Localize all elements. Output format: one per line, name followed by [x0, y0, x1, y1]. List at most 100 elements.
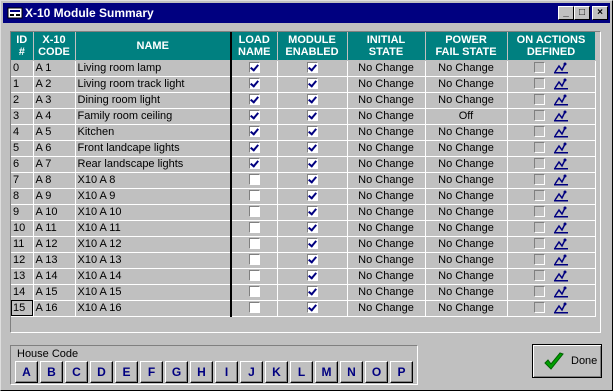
cell-on-actions[interactable]	[507, 188, 596, 205]
actions-icon[interactable]	[553, 206, 569, 218]
house-code-button-b[interactable]: B	[40, 361, 63, 383]
house-code-button-g[interactable]: G	[165, 361, 188, 383]
cell-module-enabled[interactable]	[277, 108, 348, 125]
module-enabled-checkbox[interactable]	[306, 94, 318, 106]
col-header-id[interactable]: ID #	[11, 32, 34, 61]
cell-code[interactable]: A 6	[33, 140, 76, 157]
cell-on-actions[interactable]	[507, 236, 596, 253]
cell-name[interactable]: X10 A 15	[75, 284, 232, 301]
house-code-button-d[interactable]: D	[90, 361, 113, 383]
cell-name[interactable]: Dining room light	[75, 92, 232, 109]
col-header-code[interactable]: X-10 CODE	[33, 32, 76, 61]
actions-icon[interactable]	[553, 94, 569, 106]
module-enabled-checkbox[interactable]	[306, 302, 318, 314]
cell-module-enabled[interactable]	[277, 60, 348, 77]
cell-id[interactable]: 6	[11, 156, 34, 173]
load-name-checkbox[interactable]	[248, 62, 260, 74]
cell-name[interactable]: Family room ceiling	[75, 108, 232, 125]
cell-initial-state[interactable]: No Change	[347, 300, 426, 317]
on-actions-checkbox[interactable]	[533, 174, 545, 186]
col-header-name[interactable]: NAME	[75, 32, 232, 61]
load-name-checkbox[interactable]	[248, 286, 260, 298]
cell-power-fail-state[interactable]: No Change	[425, 92, 508, 109]
cell-name[interactable]: Kitchen	[75, 124, 232, 141]
cell-name[interactable]: X10 A 16	[75, 300, 232, 317]
cell-module-enabled[interactable]	[277, 172, 348, 189]
cell-name[interactable]: Front landcape lights	[75, 140, 232, 157]
cell-code[interactable]: A 13	[33, 252, 76, 269]
on-actions-checkbox[interactable]	[533, 222, 545, 234]
table-row[interactable]: 5A 6 Front landcape lights No Change No Cha…	[11, 140, 596, 157]
table-row[interactable]: 1A 2 Living room track light No Change No C…	[11, 76, 596, 93]
on-actions-checkbox[interactable]	[533, 302, 545, 314]
table-row[interactable]: 2A 3 Dining room light No Change No Change	[11, 92, 596, 109]
cell-initial-state[interactable]: No Change	[347, 92, 426, 109]
cell-load-name[interactable]	[231, 92, 278, 109]
cell-initial-state[interactable]: No Change	[347, 76, 426, 93]
cell-name[interactable]: X10 A 10	[75, 204, 232, 221]
cell-id[interactable]: 2	[11, 92, 34, 109]
load-name-checkbox[interactable]	[248, 174, 260, 186]
cell-power-fail-state[interactable]: No Change	[425, 220, 508, 237]
house-code-button-j[interactable]: J	[240, 361, 263, 383]
cell-code[interactable]: A 2	[33, 76, 76, 93]
cell-power-fail-state[interactable]: No Change	[425, 268, 508, 285]
cell-name[interactable]: X10 A 8	[75, 172, 232, 189]
cell-initial-state[interactable]: No Change	[347, 220, 426, 237]
cell-on-actions[interactable]	[507, 204, 596, 221]
actions-icon[interactable]	[553, 110, 569, 122]
load-name-checkbox[interactable]	[248, 254, 260, 266]
cell-load-name[interactable]	[231, 268, 278, 285]
cell-id[interactable]: 14	[11, 284, 34, 301]
cell-power-fail-state[interactable]: Off	[425, 108, 508, 125]
cell-code[interactable]: A 14	[33, 268, 76, 285]
cell-code[interactable]: A 15	[33, 284, 76, 301]
cell-initial-state[interactable]: No Change	[347, 284, 426, 301]
cell-load-name[interactable]	[231, 220, 278, 237]
module-enabled-checkbox[interactable]	[306, 78, 318, 90]
module-enabled-checkbox[interactable]	[306, 142, 318, 154]
load-name-checkbox[interactable]	[248, 302, 260, 314]
cell-load-name[interactable]	[231, 284, 278, 301]
on-actions-checkbox[interactable]	[533, 158, 545, 170]
module-enabled-checkbox[interactable]	[306, 254, 318, 266]
cell-name[interactable]: Living room track light	[75, 76, 232, 93]
cell-id[interactable]: 7	[11, 172, 34, 189]
cell-power-fail-state[interactable]: No Change	[425, 204, 508, 221]
house-code-button-c[interactable]: C	[65, 361, 88, 383]
cell-on-actions[interactable]	[507, 60, 596, 77]
load-name-checkbox[interactable]	[248, 270, 260, 282]
cell-code[interactable]: A 9	[33, 188, 76, 205]
cell-id[interactable]: 3	[11, 108, 34, 125]
actions-icon[interactable]	[553, 222, 569, 234]
load-name-checkbox[interactable]	[248, 158, 260, 170]
table-row[interactable]: 9A 10 X10 A 10 No Change No Change	[11, 204, 596, 221]
cell-on-actions[interactable]	[507, 124, 596, 141]
actions-icon[interactable]	[553, 62, 569, 74]
col-header-initial-state[interactable]: INITIAL STATE	[347, 32, 426, 61]
module-enabled-checkbox[interactable]	[306, 158, 318, 170]
table-row[interactable]: 4A 5 Kitchen No Change No Change	[11, 124, 596, 141]
on-actions-checkbox[interactable]	[533, 62, 545, 74]
cell-name[interactable]: Rear landscape lights	[75, 156, 232, 173]
actions-icon[interactable]	[553, 286, 569, 298]
cell-power-fail-state[interactable]: No Change	[425, 252, 508, 269]
module-enabled-checkbox[interactable]	[306, 190, 318, 202]
module-enabled-checkbox[interactable]	[306, 126, 318, 138]
cell-load-name[interactable]	[231, 60, 278, 77]
house-code-button-e[interactable]: E	[115, 361, 138, 383]
table-row[interactable]: 7A 8 X10 A 8 No Change No Change	[11, 172, 596, 189]
load-name-checkbox[interactable]	[248, 94, 260, 106]
cell-power-fail-state[interactable]: No Change	[425, 124, 508, 141]
cell-code[interactable]: A 10	[33, 204, 76, 221]
cell-on-actions[interactable]	[507, 140, 596, 157]
close-button[interactable]: ×	[592, 6, 608, 20]
cell-load-name[interactable]	[231, 236, 278, 253]
actions-icon[interactable]	[553, 254, 569, 266]
on-actions-checkbox[interactable]	[533, 238, 545, 250]
cell-load-name[interactable]	[231, 156, 278, 173]
house-code-button-i[interactable]: I	[215, 361, 238, 383]
cell-code[interactable]: A 11	[33, 220, 76, 237]
actions-icon[interactable]	[553, 78, 569, 90]
on-actions-checkbox[interactable]	[533, 254, 545, 266]
